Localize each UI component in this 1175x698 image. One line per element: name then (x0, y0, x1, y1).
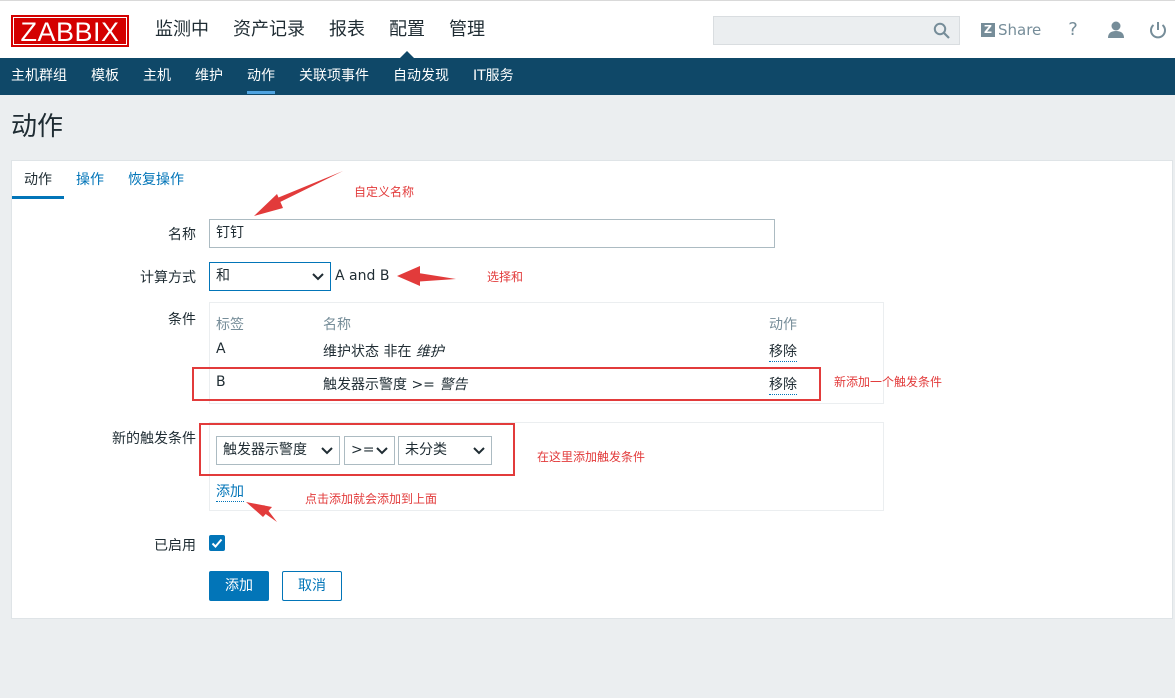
sub-navigation: 主机群组 模板 主机 维护 动作 关联项事件 自动发现 IT服务 (0, 58, 1175, 95)
annotation-add-here: 在这里添加触发条件 (537, 450, 646, 464)
subnav-event-correlation[interactable]: 关联项事件 (287, 58, 381, 95)
calculation-select[interactable]: 和 (209, 262, 331, 291)
main-menu: 监测中 资产记录 报表 配置 管理 (143, 1, 497, 59)
condition-name-a: 维护状态 非在 维护 (323, 341, 444, 361)
subnav-actions[interactable]: 动作 (235, 58, 287, 95)
zabbix-logo[interactable]: ZABBIX (11, 15, 129, 47)
page-title: 动作 (11, 112, 64, 142)
subnav-services[interactable]: IT服务 (461, 58, 526, 95)
menu-administration[interactable]: 管理 (437, 1, 497, 59)
annotation-choose-and: 选择和 (487, 270, 524, 284)
menu-reports[interactable]: 报表 (317, 1, 377, 59)
search-input[interactable] (713, 16, 960, 45)
name-field[interactable]: 钉钉 (209, 219, 775, 248)
annotation-box-new-condition (199, 423, 515, 476)
tab-operations[interactable]: 操作 (64, 161, 116, 199)
condition-value-em: 维护 (415, 344, 444, 360)
tab-action[interactable]: 动作 (12, 161, 64, 199)
subnav-host-groups[interactable]: 主机群组 (0, 58, 79, 95)
annotation-click-add: 点击添加就会添加到上面 (305, 492, 438, 506)
tab-recovery-operations[interactable]: 恢复操作 (116, 161, 196, 199)
share-label: Share (998, 21, 1042, 39)
subnav-discovery[interactable]: 自动发现 (381, 58, 461, 95)
column-header-name: 名称 (323, 317, 351, 333)
calculation-expression: A and B (335, 268, 390, 284)
enabled-label: 已启用 (154, 538, 196, 554)
share-button[interactable]: Z Share (981, 20, 1041, 40)
new-condition-label: 新的触发条件 (112, 431, 196, 447)
cancel-button[interactable]: 取消 (282, 571, 342, 601)
subnav-hosts[interactable]: 主机 (131, 58, 183, 95)
annotation-custom-name: 自定义名称 (354, 185, 415, 199)
search-icon[interactable] (933, 22, 951, 40)
help-icon[interactable]: ? (1062, 19, 1084, 41)
calculation-value: 和 (216, 268, 230, 284)
condition-text: 维护状态 非在 (323, 344, 416, 360)
menu-inventory[interactable]: 资产记录 (221, 1, 317, 59)
top-header: ZABBIX 监测中 资产记录 报表 配置 管理 Z Share ? (0, 0, 1175, 59)
annotation-box-condition-b (192, 367, 821, 401)
conditions-label: 条件 (168, 312, 196, 328)
sign-out-icon[interactable] (1147, 19, 1169, 41)
chevron-down-icon (312, 273, 324, 281)
condition-tag-a: A (216, 341, 226, 357)
menu-monitoring[interactable]: 监测中 (143, 1, 221, 59)
name-label: 名称 (168, 227, 196, 243)
column-header-label: 标签 (216, 317, 244, 333)
subnav-templates[interactable]: 模板 (79, 58, 131, 95)
checkmark-icon (211, 538, 223, 548)
share-icon: Z (981, 23, 995, 37)
form-tabs: 动作 操作 恢复操作 (12, 161, 196, 199)
calculation-label: 计算方式 (140, 270, 196, 286)
add-button[interactable]: 添加 (209, 571, 269, 601)
add-condition-link[interactable]: 添加 (216, 481, 244, 502)
annotation-new-trigger: 新添加一个触发条件 (834, 375, 943, 389)
user-profile-icon[interactable] (1105, 19, 1127, 41)
remove-condition-a-link[interactable]: 移除 (769, 341, 797, 362)
enabled-checkbox[interactable] (209, 535, 225, 551)
subnav-maintenance[interactable]: 维护 (183, 58, 235, 95)
menu-configuration[interactable]: 配置 (377, 1, 437, 59)
column-header-action: 动作 (769, 317, 797, 333)
